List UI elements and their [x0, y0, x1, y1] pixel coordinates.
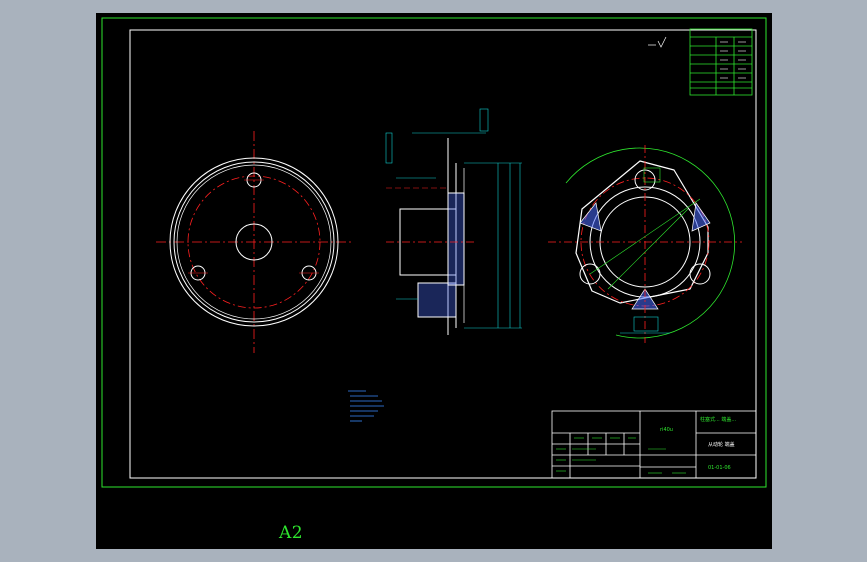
title-block-entries: [556, 437, 686, 474]
roughness-symbol: [648, 36, 667, 48]
material-note: ri40u: [660, 427, 673, 433]
technical-notes: [348, 390, 384, 422]
outer-border: [101, 17, 767, 488]
section-view: [385, 108, 522, 335]
drawing-title: 柱塞式... 端盖...: [700, 416, 737, 423]
cad-drawing-canvas: ri40u 柱塞式... 端盖... 从动轮 端盖 01-01-06: [101, 17, 767, 488]
sheet-size-label: A2: [279, 523, 304, 543]
drawing-code: 01-01-06: [708, 465, 731, 471]
part-name: 从动轮 端盖: [708, 441, 735, 448]
cad-viewport[interactable]: ri40u 柱塞式... 端盖... 从动轮 端盖 01-01-06 A2: [96, 13, 772, 549]
front-view: [156, 131, 353, 353]
rear-view: [548, 145, 742, 343]
parameter-table: [689, 28, 753, 96]
